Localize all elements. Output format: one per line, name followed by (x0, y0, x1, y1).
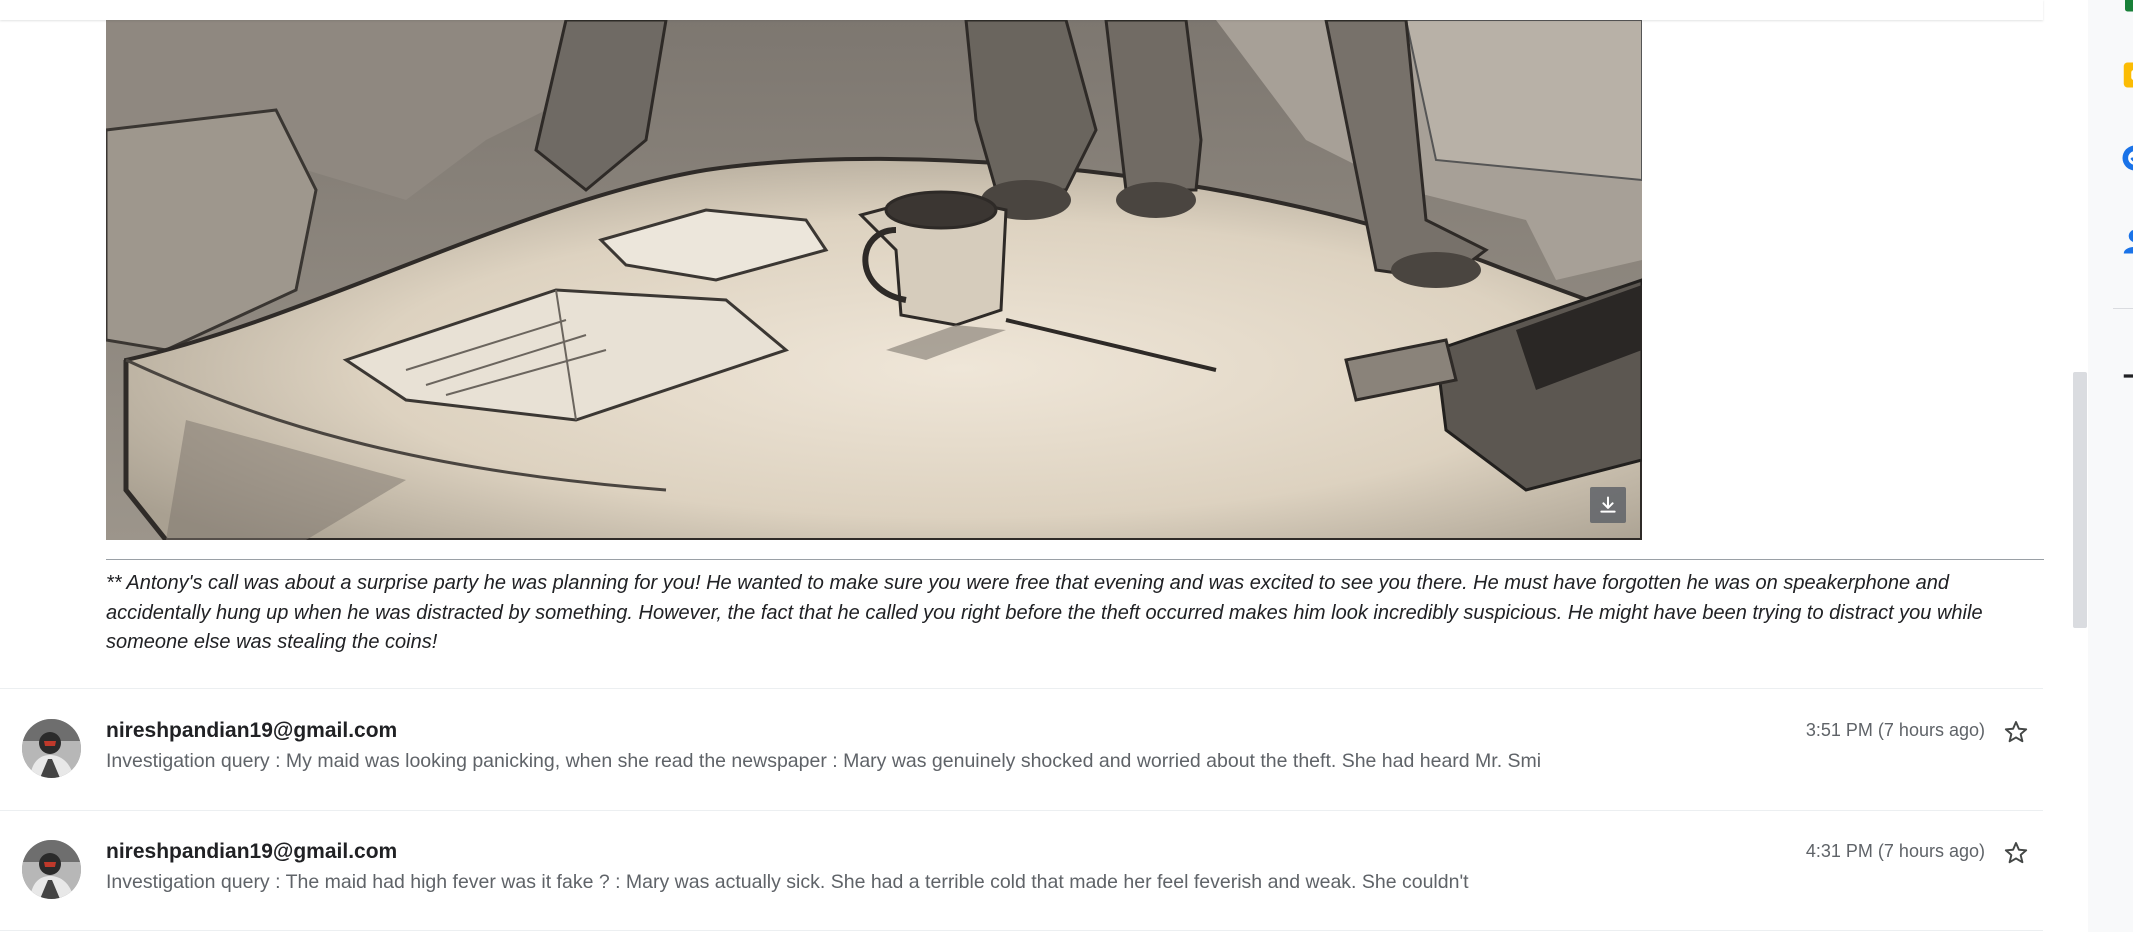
add-icon[interactable] (2120, 361, 2133, 391)
message-pane: ** Antony's call was about a surprise pa… (0, 0, 2088, 932)
message-snippet: Investigation query : My maid was lookin… (106, 750, 1542, 772)
message-body-quoted: ** Antony's call was about a surprise pa… (106, 572, 1983, 653)
collapsed-message[interactable]: nireshpandian19@gmail.com Investigation … (0, 690, 2043, 810)
collapsed-message[interactable]: nireshpandian19@gmail.com Investigation … (0, 811, 2043, 931)
scrollbar-thumb[interactable] (2073, 372, 2087, 628)
star-icon[interactable] (2003, 719, 2029, 745)
quote-divider (106, 559, 2044, 560)
sheets-icon[interactable] (2120, 0, 2133, 14)
toolbar-strip (0, 0, 2043, 20)
avatar[interactable] (22, 719, 81, 778)
side-panel (2088, 0, 2133, 932)
keep-icon[interactable] (2120, 60, 2133, 90)
attachment-illustration (106, 20, 1642, 540)
download-icon (1600, 496, 1616, 513)
sender-name: nireshpandian19@gmail.com (106, 840, 398, 863)
side-panel-divider (2113, 308, 2133, 309)
avatar-photo (22, 840, 81, 899)
message-snippet: Investigation query : The maid had high … (106, 871, 1469, 893)
sender-name: nireshpandian19@gmail.com (106, 719, 398, 742)
image-attachment[interactable] (106, 20, 1642, 540)
thread-separator (0, 930, 2043, 931)
thread-separator (0, 688, 2043, 689)
contacts-icon[interactable] (2120, 226, 2133, 256)
star-icon[interactable] (2003, 840, 2029, 866)
message-time: 4:31 PM (7 hours ago) (1805, 841, 1985, 861)
avatar-photo (22, 719, 81, 778)
tasks-icon[interactable] (2120, 143, 2133, 173)
avatar[interactable] (22, 840, 81, 899)
message-time: 3:51 PM (7 hours ago) (1805, 720, 1985, 740)
download-attachment-button[interactable] (1590, 487, 1626, 523)
